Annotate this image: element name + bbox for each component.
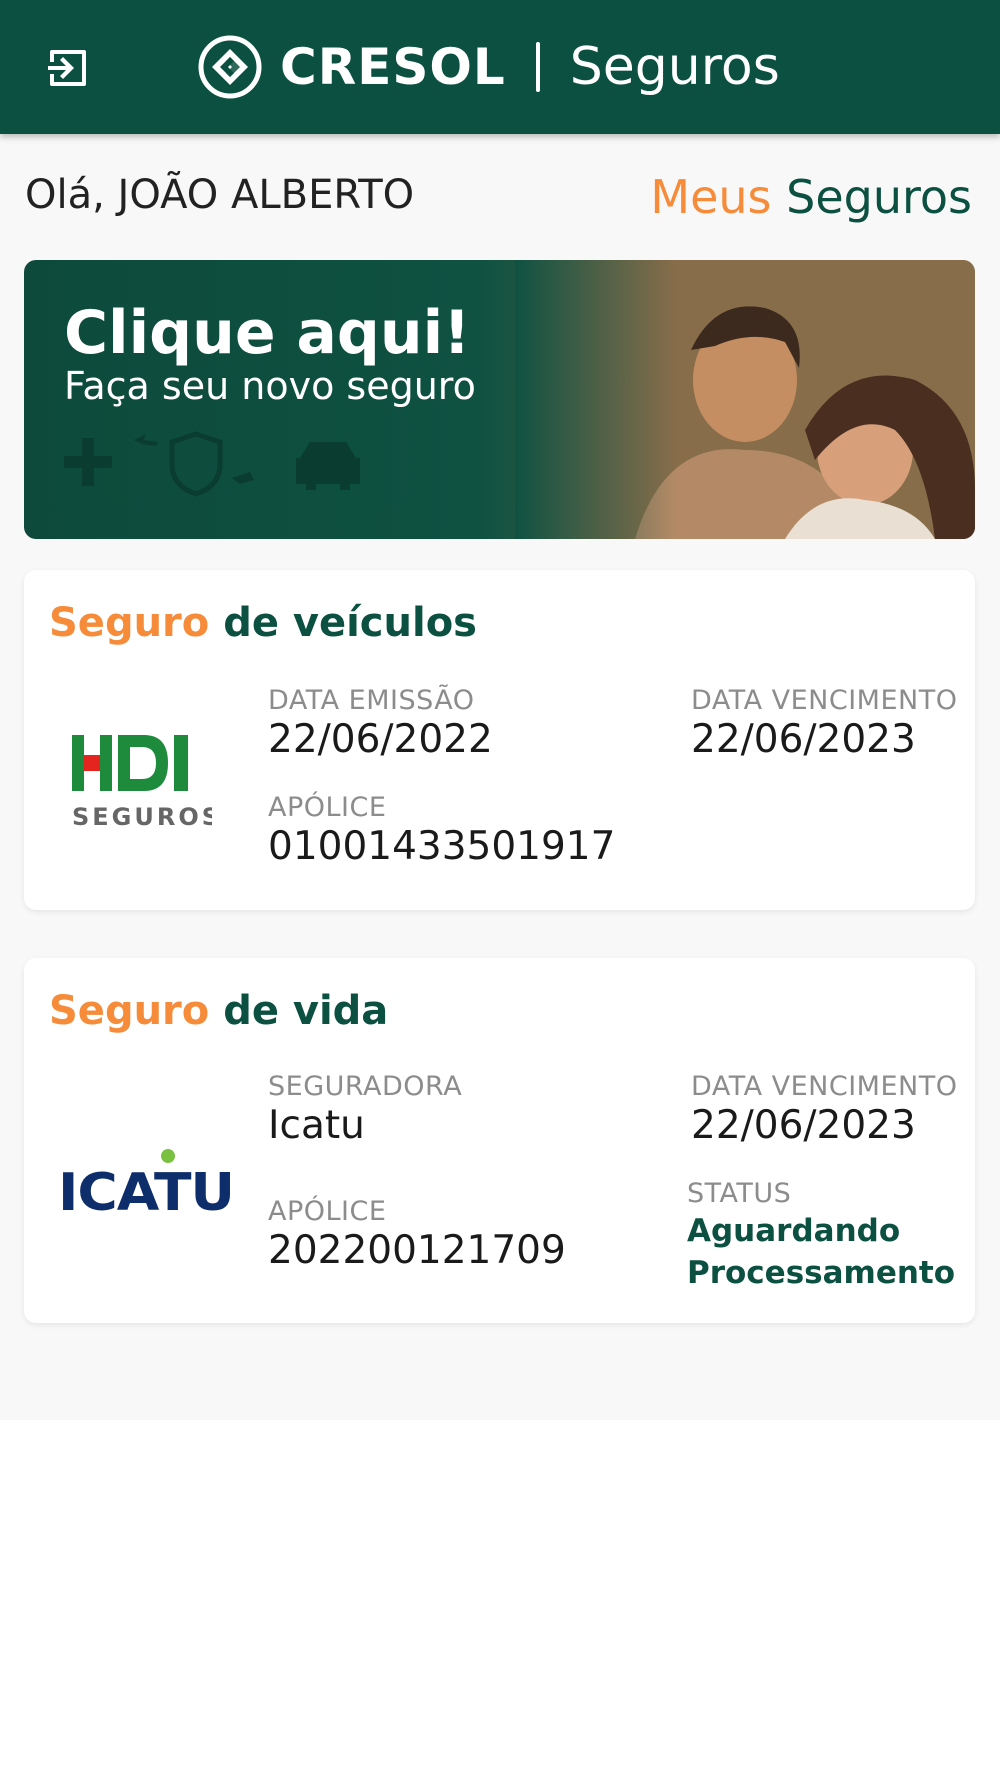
hdi-logo-icon: SEGUROS bbox=[72, 735, 219, 831]
due-date-label: DATA VENCIMENTO bbox=[691, 685, 958, 716]
due-date-value: 22/06/2023 bbox=[691, 717, 916, 762]
insurer-label: SEGURADORA bbox=[268, 1071, 463, 1102]
banner-subtitle: Faça seu novo seguro bbox=[64, 364, 476, 408]
policy-label: APÓLICE bbox=[268, 1196, 387, 1227]
policy-value: 202200121709 bbox=[268, 1228, 566, 1273]
new-insurance-banner[interactable]: Clique aqui! Faça seu novo seguro bbox=[24, 260, 975, 539]
vehicle-insurance-card[interactable]: Seguro de veículos SEGUROS DATA EMISSÃO … bbox=[24, 570, 975, 910]
icatu-logo-text: ICATU bbox=[58, 1163, 234, 1218]
app-header: CRESOL Seguros bbox=[0, 0, 1000, 134]
family-photo bbox=[515, 260, 975, 539]
card-title-part1: Seguro bbox=[49, 600, 210, 646]
issue-date-label: DATA EMISSÃO bbox=[268, 685, 475, 716]
status-value: Aguardando Processamento bbox=[687, 1210, 987, 1294]
card-title: Seguro de vida bbox=[49, 988, 388, 1034]
due-date-value: 22/06/2023 bbox=[691, 1103, 916, 1148]
insurer-value: Icatu bbox=[268, 1103, 365, 1148]
issue-date-value: 22/06/2022 bbox=[268, 717, 493, 762]
hdi-logo-sub: SEGUROS bbox=[72, 803, 212, 831]
brand-name: CRESOL bbox=[280, 38, 506, 96]
card-title-part2: de vida bbox=[223, 988, 389, 1034]
icatu-logo: ICATU bbox=[58, 1148, 236, 1223]
greeting-text: Olá, JOÃO ALBERTO bbox=[25, 172, 415, 218]
my-insurance-title: Meus Seguros bbox=[650, 170, 972, 224]
hdi-logo: SEGUROS bbox=[72, 735, 219, 835]
my-insurance-word2: Seguros bbox=[786, 170, 972, 224]
status-line1: Aguardando bbox=[687, 1213, 901, 1249]
my-insurance-word1: Meus bbox=[650, 170, 772, 224]
status-label: STATUS bbox=[687, 1178, 792, 1209]
card-title-part1: Seguro bbox=[49, 988, 210, 1034]
icatu-logo-icon: ICATU bbox=[58, 1149, 235, 1223]
brand-logo: CRESOL Seguros bbox=[198, 32, 780, 102]
policy-label: APÓLICE bbox=[268, 792, 387, 823]
logout-icon bbox=[48, 50, 86, 86]
status-line2: Processamento bbox=[687, 1255, 956, 1291]
card-title-part2: de veículos bbox=[223, 600, 477, 646]
banner-title: Clique aqui! bbox=[64, 298, 471, 368]
brand-subtitle: Seguros bbox=[569, 37, 780, 97]
brand-separator bbox=[535, 42, 540, 92]
card-title: Seguro de veículos bbox=[49, 600, 477, 646]
cresol-logo-icon bbox=[198, 35, 262, 99]
life-insurance-card[interactable]: Seguro de vida ICATU SEGURADORA Icatu DA… bbox=[24, 958, 975, 1323]
due-date-label: DATA VENCIMENTO bbox=[691, 1071, 958, 1102]
policy-value: 01001433501917 bbox=[268, 824, 616, 869]
insurance-types-icons bbox=[64, 431, 360, 497]
logout-button[interactable] bbox=[42, 42, 94, 94]
